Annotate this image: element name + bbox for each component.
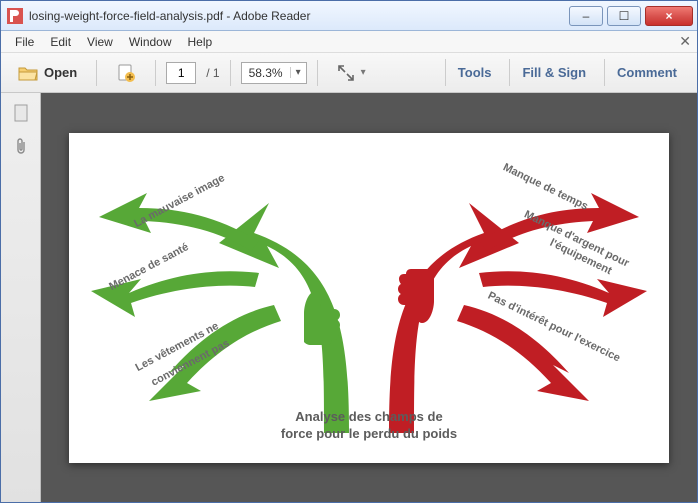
comment-button[interactable]: Comment — [604, 59, 689, 86]
chevron-down-icon: ▾ — [361, 67, 366, 78]
document-viewport[interactable]: La mauvaise image Menace de santé Les vê… — [41, 93, 697, 502]
page-thumbnails-icon — [13, 104, 29, 122]
close-button[interactable]: × — [645, 6, 693, 26]
attachments-button[interactable] — [11, 137, 31, 157]
nav-sidebar — [1, 93, 41, 502]
export-pdf-button[interactable] — [107, 58, 145, 88]
open-button[interactable]: Open — [9, 59, 86, 87]
separator — [230, 60, 231, 86]
menu-window[interactable]: Window — [121, 33, 180, 51]
app-window: losing-weight-force-field-analysis.pdf -… — [0, 0, 698, 503]
menu-view[interactable]: View — [79, 33, 121, 51]
document-close-icon[interactable]: ✕ — [679, 33, 691, 50]
paperclip-icon — [13, 138, 29, 156]
open-label: Open — [44, 65, 77, 80]
menu-edit[interactable]: Edit — [42, 33, 79, 51]
menu-file[interactable]: File — [7, 33, 42, 51]
maximize-button[interactable]: ☐ — [607, 6, 641, 26]
folder-open-icon — [18, 64, 38, 82]
tools-button[interactable]: Tools — [445, 59, 504, 86]
page-number-input[interactable] — [166, 62, 196, 84]
diagram-caption: Analyse des champs de force pour le perd… — [239, 409, 499, 443]
caption-line: force pour le perdu du poids — [239, 426, 499, 443]
separator — [96, 60, 97, 86]
pdf-page: La mauvaise image Menace de santé Les vê… — [69, 133, 669, 463]
window-title: losing-weight-force-field-analysis.pdf -… — [29, 9, 565, 23]
read-mode-button[interactable]: ▾ — [328, 59, 375, 87]
minimize-button[interactable]: – — [569, 6, 603, 26]
titlebar[interactable]: losing-weight-force-field-analysis.pdf -… — [1, 1, 697, 31]
fill-sign-button[interactable]: Fill & Sign — [509, 59, 598, 86]
menubar: File Edit View Window Help ✕ — [1, 31, 697, 53]
content-area: La mauvaise image Menace de santé Les vê… — [1, 93, 697, 502]
window-buttons: – ☐ × — [565, 6, 693, 26]
export-pdf-icon — [116, 63, 136, 83]
separator — [155, 60, 156, 86]
page-total-label: / 1 — [206, 66, 219, 80]
zoom-value: 58.3% — [242, 66, 290, 80]
chevron-down-icon[interactable]: ▾ — [290, 67, 306, 78]
zoom-combobox[interactable]: 58.3% ▾ — [241, 62, 307, 84]
toolbar: Open / 1 58.3% ▾ ▾ Tools Fill & Sign Com… — [1, 53, 697, 93]
expand-arrows-icon — [337, 64, 355, 82]
separator — [317, 60, 318, 86]
page-thumbnails-button[interactable] — [11, 103, 31, 123]
caption-line: Analyse des champs de — [239, 409, 499, 426]
menu-help[interactable]: Help — [180, 33, 221, 51]
app-icon — [7, 8, 23, 24]
